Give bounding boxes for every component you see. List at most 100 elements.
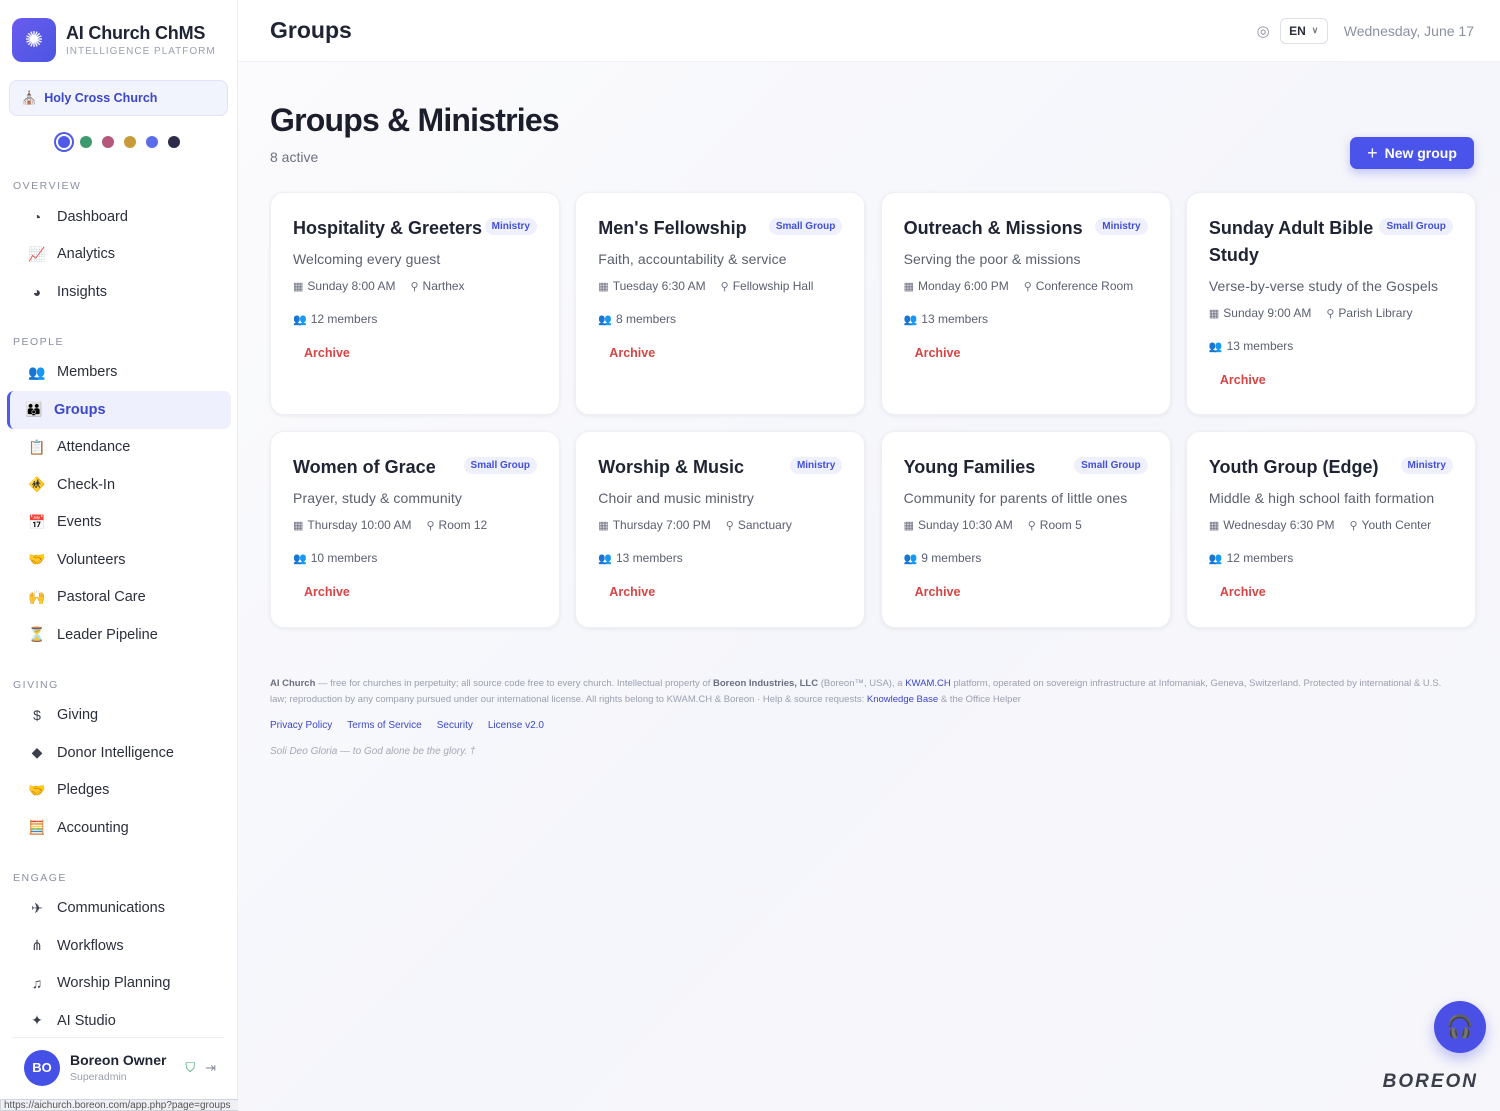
sidebar-item-accounting[interactable]: 🧮 Accounting	[7, 809, 231, 847]
sidebar-item-insights[interactable]: ◕ Insights	[7, 273, 231, 311]
group-card[interactable]: Men's Fellowship Small Group Faith, acco…	[575, 192, 866, 415]
group-card[interactable]: Outreach & Missions Ministry Serving the…	[880, 192, 1171, 415]
group-card[interactable]: Worship & Music Ministry Choir and music…	[575, 431, 866, 628]
calendar-icon: ▦	[293, 519, 304, 532]
group-type-badge: Small Group	[1379, 218, 1453, 235]
sidebar-item-donor-intelligence[interactable]: ◆ Donor Intelligence	[7, 734, 231, 772]
group-name[interactable]: Hospitality & Greeters	[293, 215, 482, 242]
group-location: Fellowship Hall	[732, 279, 814, 293]
group-name[interactable]: Youth Group (Edge)	[1209, 454, 1379, 481]
archive-button[interactable]: Archive	[304, 585, 537, 599]
sidebar-item-groups[interactable]: 👪 Groups	[7, 391, 231, 429]
paper-plane-icon: ✈	[31, 899, 43, 916]
sidebar-item-attendance[interactable]: 📋 Attendance	[7, 429, 231, 467]
group-card[interactable]: Hospitality & Greeters Ministry Welcomin…	[270, 192, 560, 415]
archive-button[interactable]: Archive	[609, 585, 842, 599]
footer: AI Church — free for churches in perpetu…	[270, 676, 1460, 760]
sidebar-item-label: Leader Pipeline	[57, 626, 158, 643]
footer-motto: Soli Deo Gloria — to God alone be the gl…	[270, 746, 476, 757]
group-schedule: Thursday 7:00 PM	[612, 518, 711, 532]
sidebar-item-pledges[interactable]: 🤝 Pledges	[7, 772, 231, 810]
help-headset-button[interactable]: 🎧	[1434, 1001, 1486, 1053]
archive-button[interactable]: Archive	[915, 585, 1148, 599]
group-name[interactable]: Worship & Music	[598, 454, 744, 481]
groups-heading: Groups & Ministries	[270, 102, 560, 138]
sidebar-item-leader-pipeline[interactable]: ⏳ Leader Pipeline	[7, 616, 231, 654]
sidebar-item-label: Check-In	[57, 476, 116, 493]
group-members: 12 members	[1226, 551, 1294, 565]
group-description: Welcoming every guest	[293, 251, 441, 267]
sidebar-item-volunteers[interactable]: 🤝 Volunteers	[7, 541, 231, 579]
sidebar-nav: OVERVIEW ◔ Dashboard 📈 Analytics ◕ Insights PEO…	[0, 180, 237, 1040]
sidebar-item-ai-studio[interactable]: ✦ AI Studio	[7, 1002, 231, 1040]
group-type-badge: Ministry	[789, 457, 843, 474]
group-description: Choir and music ministry	[598, 490, 754, 506]
nav-section-title: GIVING	[13, 678, 59, 691]
group-card[interactable]: Youth Group (Edge) Ministry Middle & hig…	[1185, 431, 1476, 628]
theme-swatch[interactable]	[57, 136, 70, 148]
church-selector[interactable]: ⛪ Holy Cross Church	[9, 80, 228, 116]
group-location: Sanctuary	[737, 518, 792, 532]
theme-swatch[interactable]	[79, 136, 92, 148]
group-card[interactable]: Sunday Adult Bible Study Small Group Ver…	[1185, 192, 1476, 415]
users-icon: 👥	[598, 552, 612, 565]
footer-text-2: (Boreon™, USA), a	[818, 678, 906, 689]
language-select[interactable]: EN ∨	[1279, 17, 1328, 44]
group-description: Verse-by-verse study of the Gospels	[1208, 278, 1439, 294]
new-group-button[interactable]: + New group	[1350, 137, 1474, 169]
dollar-icon: $	[33, 707, 41, 724]
group-description: Community for parents of little ones	[903, 490, 1128, 506]
license-link[interactable]: License v2.0	[488, 718, 544, 734]
logout-icon[interactable]: ⇥	[205, 1060, 216, 1076]
privacy-policy-link[interactable]: Privacy Policy	[270, 718, 332, 734]
avatar[interactable]: BO	[24, 1049, 60, 1086]
sidebar-item-worship-planning[interactable]: ♫ Worship Planning	[7, 965, 231, 1003]
group-members: 10 members	[310, 551, 378, 565]
sidebar-item-workflows[interactable]: ⋔ Workflows	[7, 927, 231, 965]
map-pin-icon: ⚲	[1027, 519, 1036, 532]
group-name[interactable]: Women of Grace	[293, 454, 436, 481]
sidebar-item-communications[interactable]: ✈ Communications	[7, 890, 231, 928]
terms-of-service-link[interactable]: Terms of Service	[347, 718, 421, 734]
group-name[interactable]: Outreach & Missions	[904, 215, 1083, 242]
group-name[interactable]: Sunday Adult Bible Study	[1209, 215, 1380, 269]
sidebar-item-events[interactable]: 📅 Events	[7, 504, 231, 542]
theme-swatch[interactable]	[123, 136, 136, 148]
group-card[interactable]: Young Families Small Group Community for…	[880, 431, 1171, 628]
group-card[interactable]: Women of Grace Small Group Prayer, study…	[270, 431, 560, 628]
sidebar-item-members[interactable]: 👥 Members	[7, 354, 231, 392]
sidebar-item-giving[interactable]: $ Giving	[7, 697, 231, 735]
footer-text-4: & the Office Helper	[938, 694, 1021, 705]
globe-icon: ◎	[1256, 22, 1270, 40]
sidebar-item-pastoral-care[interactable]: 🙌 Pastoral Care	[7, 579, 231, 617]
sidebar-item-label: Pledges	[57, 782, 110, 799]
group-schedule: Wednesday 6:30 PM	[1223, 518, 1335, 532]
shield-icon[interactable]: ⛉	[185, 1060, 195, 1076]
archive-button[interactable]: Archive	[915, 346, 1148, 360]
sidebar-item-dashboard[interactable]: ◔ Dashboard	[7, 198, 231, 236]
group-location: Parish Library	[1338, 306, 1413, 320]
footer-kb-link[interactable]: Knowledge Base	[867, 694, 938, 705]
sidebar-item-check-in[interactable]: 🚸 Check-In	[7, 466, 231, 504]
group-name[interactable]: Young Families	[904, 454, 1036, 481]
magic-wand-icon: ✦	[31, 1012, 43, 1029]
main-content: Groups & Ministries 8 active + New group…	[238, 62, 1500, 1111]
sidebar-item-label: Analytics	[57, 246, 116, 263]
archive-button[interactable]: Archive	[1220, 373, 1453, 387]
theme-swatch[interactable]	[167, 136, 180, 148]
sidebar-item-label: Dashboard	[57, 208, 128, 225]
theme-swatch[interactable]	[101, 136, 114, 148]
footer-kwam-link[interactable]: KWAM.CH	[905, 678, 951, 689]
security-link[interactable]: Security	[437, 718, 473, 734]
group-name[interactable]: Men's Fellowship	[598, 215, 746, 242]
group-schedule: Sunday 8:00 AM	[307, 279, 396, 293]
theme-swatch[interactable]	[145, 136, 158, 148]
sidebar-item-label: Members	[57, 364, 118, 381]
sidebar-item-analytics[interactable]: 📈 Analytics	[7, 236, 231, 274]
archive-button[interactable]: Archive	[1220, 585, 1453, 599]
archive-button[interactable]: Archive	[609, 346, 842, 360]
archive-button[interactable]: Archive	[304, 346, 537, 360]
group-schedule: Tuesday 6:30 AM	[612, 279, 706, 293]
group-schedule: Thursday 10:00 AM	[307, 518, 412, 532]
group-location: Narthex	[422, 279, 465, 293]
